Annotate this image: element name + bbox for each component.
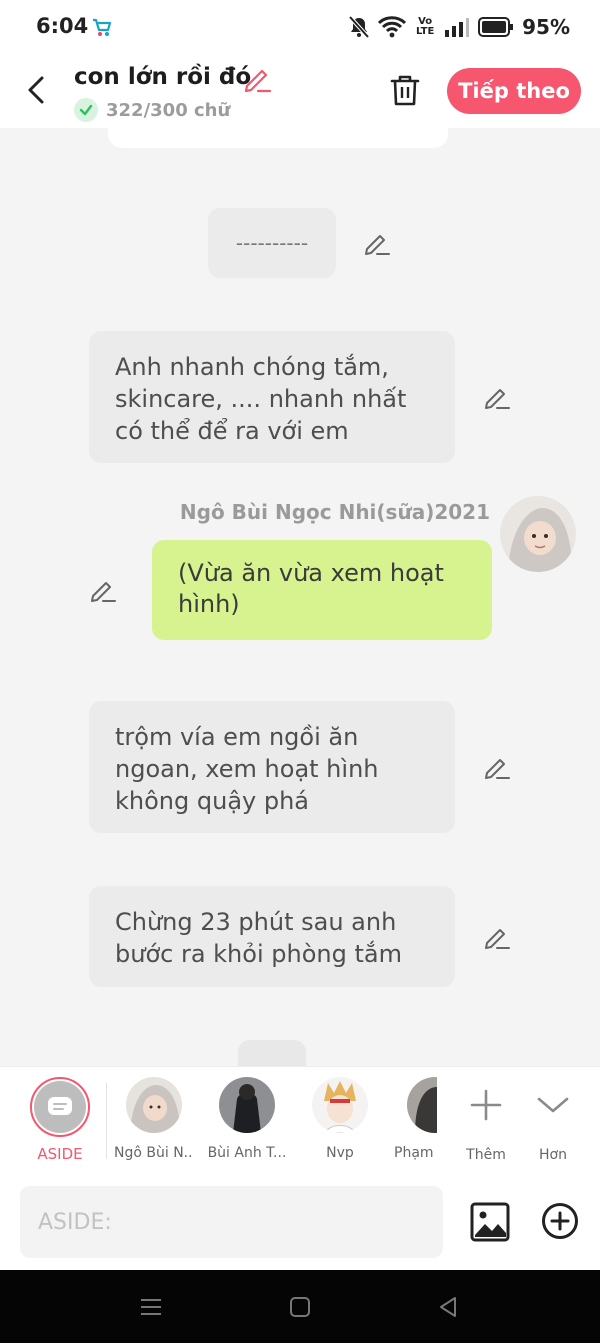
character-item[interactable]: Nvp xyxy=(300,1077,380,1161)
character-name: Bùi Anh T... xyxy=(207,1145,287,1161)
character-name: Nvp xyxy=(326,1145,354,1161)
chat-area[interactable]: ---------- Anh nhanh chóng tắm, skincare… xyxy=(0,128,600,1066)
back-arrow-icon[interactable] xyxy=(22,72,52,108)
narration-bubble[interactable]: Chừng 23 phút sau anh bước ra khỏi phòng… xyxy=(89,886,455,987)
battery-percent: 95% xyxy=(522,15,570,39)
status-bar: 6:04 Vo LTE 95% xyxy=(0,0,600,56)
avatar[interactable] xyxy=(500,496,576,572)
trash-icon[interactable] xyxy=(388,72,422,108)
previous-message-bubble[interactable] xyxy=(108,128,448,148)
composer: ASIDE: xyxy=(0,1174,600,1270)
edit-message-icon[interactable] xyxy=(483,383,511,411)
status-icons: Vo LTE 95% xyxy=(348,14,570,40)
mute-icon xyxy=(348,15,370,39)
story-title: con lớn rồi đó xyxy=(74,64,252,90)
sender-name: Ngô Bùi Ngọc Nhi(sữa)2021 xyxy=(179,500,490,524)
edit-message-icon[interactable] xyxy=(483,923,511,951)
narration-bubble[interactable]: Anh nhanh chóng tắm, skincare, .... nhan… xyxy=(89,331,455,463)
signal-icon xyxy=(445,18,470,37)
home-icon[interactable] xyxy=(287,1294,313,1320)
character-item[interactable]: Ngô Bùi N... xyxy=(114,1077,194,1161)
battery-icon xyxy=(478,17,514,37)
status-time: 6:04 xyxy=(36,14,89,38)
character-bubble[interactable]: (Vừa ăn vừa xem hoạt hình) xyxy=(152,540,492,640)
edit-message-icon[interactable] xyxy=(483,753,511,781)
top-header: con lớn rồi đó 322/300 chữ Tiếp theo xyxy=(0,56,600,128)
character-item[interactable]: Bùi Anh T... xyxy=(207,1077,287,1161)
avatar xyxy=(312,1077,368,1133)
next-button[interactable]: Tiếp theo xyxy=(447,68,581,114)
add-circle-icon[interactable] xyxy=(541,1202,579,1240)
narration-bubble[interactable]: trộm vía em ngồi ăn ngoan, xem hoạt hình… xyxy=(89,701,455,833)
volte-label: Vo LTE xyxy=(415,16,435,37)
menu-icon[interactable] xyxy=(138,1294,164,1320)
message-text: (Vừa ăn vừa xem hoạt hình) xyxy=(178,559,444,618)
aside-label: ASIDE xyxy=(37,1145,83,1163)
message-text: trộm vía em ngồi ăn ngoan, xem hoạt hình… xyxy=(115,723,379,815)
edit-message-icon[interactable] xyxy=(89,576,117,604)
message-text: Chừng 23 phút sau anh bước ra khỏi phòng… xyxy=(115,908,402,968)
more-characters-button[interactable]: Hơn xyxy=(513,1077,593,1163)
edit-title-icon[interactable] xyxy=(242,64,272,94)
input-placeholder: ASIDE: xyxy=(38,1209,112,1235)
avatar xyxy=(126,1077,182,1133)
character-name: Phạm xyxy=(394,1145,434,1161)
plus-icon xyxy=(470,1089,502,1121)
notification-app-icon xyxy=(93,18,112,36)
more-label: Hơn xyxy=(539,1147,567,1163)
image-icon[interactable] xyxy=(470,1202,510,1242)
character-bar: ASIDE Ngô Bùi N... Bùi Anh T... Nvp Phạm… xyxy=(0,1066,600,1174)
back-triangle-icon[interactable] xyxy=(435,1294,461,1320)
check-icon xyxy=(74,98,98,122)
system-nav-bar xyxy=(0,1270,600,1343)
chat-bubble-icon xyxy=(48,1097,72,1115)
avatar xyxy=(407,1077,437,1133)
word-count: 322/300 chữ xyxy=(106,99,231,121)
edit-message-icon[interactable] xyxy=(363,229,391,257)
wifi-icon xyxy=(378,16,407,38)
chevron-down-icon xyxy=(537,1097,569,1113)
divider xyxy=(106,1083,107,1159)
avatar xyxy=(219,1077,275,1133)
next-message-bubble[interactable] xyxy=(238,1040,306,1066)
message-input[interactable]: ASIDE: xyxy=(20,1186,443,1258)
word-count-row: 322/300 chữ xyxy=(74,98,230,122)
character-name: Ngô Bùi N... xyxy=(114,1145,194,1161)
separator-bubble[interactable]: ---------- xyxy=(208,208,336,278)
message-text: Anh nhanh chóng tắm, skincare, .... nhan… xyxy=(115,353,407,445)
aside-character[interactable]: ASIDE xyxy=(20,1077,100,1163)
character-item[interactable]: Phạm xyxy=(393,1077,437,1161)
